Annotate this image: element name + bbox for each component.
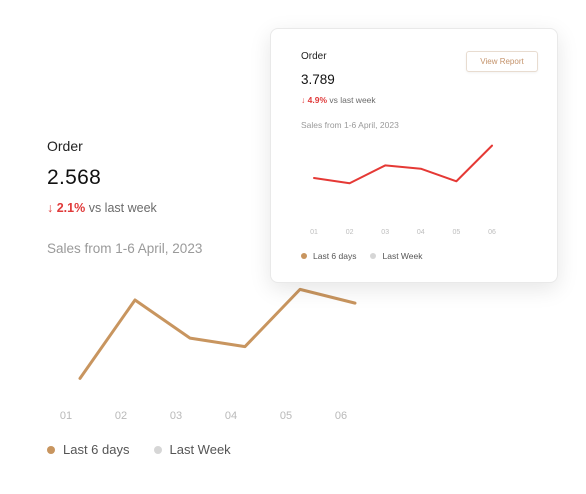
popup-legend-item-last-6-days: Last 6 days bbox=[301, 251, 356, 261]
x-tick-label: 04 bbox=[417, 229, 425, 236]
x-tick-label: 02 bbox=[115, 410, 127, 422]
x-tick-label: 06 bbox=[335, 410, 347, 422]
series-line-0 bbox=[78, 287, 357, 380]
legend-dot-icon bbox=[47, 445, 55, 454]
legend-dot-icon bbox=[370, 253, 377, 259]
popup-legend: Last 6 days Last Week bbox=[301, 251, 437, 261]
x-tick-label: 06 bbox=[488, 229, 496, 236]
popup-order-card: Order View Report 3.789 ↓ 4.9% vs last w… bbox=[270, 28, 558, 283]
x-tick-label: 04 bbox=[225, 410, 237, 422]
series-line-0 bbox=[313, 144, 493, 185]
x-tick-label: 05 bbox=[453, 229, 461, 236]
main-legend-item-last-week: Last Week bbox=[153, 442, 231, 457]
x-tick-label: 01 bbox=[310, 229, 318, 236]
x-tick-label: 03 bbox=[170, 410, 182, 422]
x-tick-label: 05 bbox=[280, 410, 292, 422]
legend-dot-icon bbox=[153, 445, 162, 454]
legend-dot-icon bbox=[301, 253, 307, 259]
x-tick-label: 03 bbox=[381, 229, 389, 236]
x-tick-label: 01 bbox=[60, 410, 72, 422]
popup-line-chart: 01 02 03 04 05 06 bbox=[310, 144, 496, 236]
legend-label: Last Week bbox=[169, 442, 231, 457]
legend-label: Last 6 days bbox=[313, 251, 357, 261]
x-tick-label: 02 bbox=[346, 229, 354, 236]
legend-label: Last Week bbox=[382, 251, 423, 261]
popup-legend-item-last-week: Last Week bbox=[370, 251, 423, 261]
main-legend-item-last-6-days: Last 6 days bbox=[47, 442, 130, 457]
main-legend: Last 6 days Last Week bbox=[47, 442, 255, 457]
legend-label: Last 6 days bbox=[63, 442, 130, 457]
